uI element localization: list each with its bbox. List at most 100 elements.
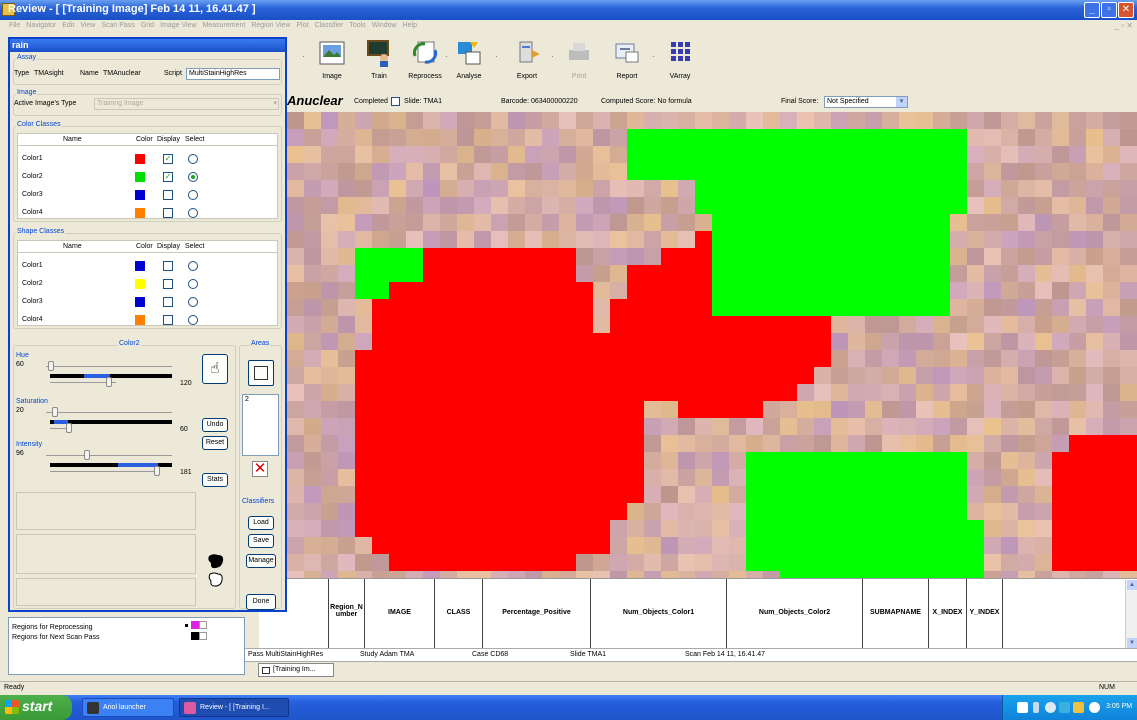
menu-edit[interactable]: Edit — [59, 20, 77, 29]
menu-region-view[interactable]: Region View — [248, 20, 293, 29]
table-row[interactable]: Color3 — [18, 188, 277, 204]
class-color-swatch[interactable] — [135, 154, 145, 164]
table-column-header[interactable]: SUBMAPNAME — [863, 579, 929, 649]
list-item[interactable]: Regions for Reprocessing — [12, 624, 93, 631]
table-row[interactable]: Color4 — [18, 313, 277, 329]
select-radio[interactable] — [188, 208, 198, 218]
area-select-button[interactable] — [248, 360, 274, 386]
toolbar-analyse-button[interactable]: Analyse — [442, 38, 496, 90]
shape-classes-table[interactable]: Name Color Display Select Color1 Color2 Co… — [17, 240, 278, 326]
class-color-swatch[interactable] — [135, 208, 145, 218]
completed-checkbox[interactable] — [391, 97, 400, 106]
toolbar-print-button[interactable]: Print — [552, 38, 606, 90]
table-scrollbar[interactable]: ▲ ▼ — [1125, 580, 1137, 648]
select-radio[interactable] — [188, 154, 198, 164]
saturation-high-slider[interactable] — [66, 423, 72, 433]
black-shape-icon[interactable] — [207, 553, 225, 571]
table-column-header[interactable]: Y_INDEX — [967, 579, 1003, 649]
close-button[interactable]: ✕ — [1118, 2, 1134, 18]
start-button[interactable]: start — [0, 695, 72, 720]
tray-icon[interactable] — [1033, 702, 1039, 713]
class-color-swatch[interactable] — [135, 261, 145, 271]
display-checkbox[interactable] — [163, 297, 173, 307]
table-column-header[interactable]: X_INDEX — [929, 579, 967, 649]
table-row[interactable]: Color2 ✓ — [18, 170, 277, 186]
undo-button[interactable]: Undo — [202, 418, 228, 432]
class-color-swatch[interactable] — [135, 315, 145, 325]
areas-list[interactable]: 2 — [242, 394, 279, 456]
minimize-button[interactable]: _ — [1084, 2, 1100, 18]
toolbar-dropdown[interactable]: · — [495, 52, 498, 61]
select-radio[interactable] — [188, 261, 198, 271]
toolbar-dropdown[interactable]: · — [302, 52, 305, 61]
save-button[interactable]: Save — [248, 534, 274, 548]
scroll-down-icon[interactable]: ▼ — [1127, 638, 1137, 648]
class-color-swatch[interactable] — [135, 172, 145, 182]
hue-high-slider[interactable] — [106, 377, 112, 387]
mdi-controls[interactable]: _ ▫ ✕ — [1115, 21, 1133, 30]
manage-button[interactable]: Manage — [246, 554, 276, 568]
list-item[interactable]: Regions for Next Scan Pass — [12, 634, 100, 641]
hue-low-slider[interactable] — [48, 361, 54, 371]
document-tab[interactable]: [Training Im... — [258, 663, 334, 677]
menu-file[interactable]: File — [6, 20, 23, 29]
network-icon[interactable] — [1045, 702, 1056, 713]
menu-classifier[interactable]: Classifier — [312, 20, 347, 29]
select-radio[interactable] — [188, 297, 198, 307]
table-row[interactable]: Color4 — [18, 206, 277, 222]
tray-icon[interactable] — [1017, 702, 1028, 713]
menu-grid[interactable]: Grid — [138, 20, 157, 29]
toolbar-export-button[interactable]: Export — [500, 38, 554, 90]
menu-image-view[interactable]: Image View — [157, 20, 199, 29]
table-row[interactable]: Color3 — [18, 295, 277, 311]
class-color-swatch[interactable] — [135, 297, 145, 307]
hand-tool-button[interactable]: ☝ — [202, 354, 228, 384]
display-checkbox[interactable] — [163, 208, 173, 218]
menu-measurement[interactable]: Measurement — [200, 20, 249, 29]
taskbar-button-review[interactable]: Review - [ [Training I... — [179, 698, 289, 717]
table-column-header[interactable]: Percentage_Positive — [483, 579, 591, 649]
toolbar-image-button[interactable]: Image — [305, 38, 359, 90]
maximize-button[interactable]: ▫ — [1101, 2, 1117, 18]
display-checkbox[interactable] — [163, 190, 173, 200]
region-list[interactable]: Regions for Reprocessing Regions for Nex… — [8, 617, 245, 675]
table-column-header[interactable]: Num_Objects_Color1 — [591, 579, 727, 649]
region-data-table[interactable]: Region_N umber IMAGE CLASS Percentage_Po… — [259, 578, 1137, 649]
stats-button[interactable]: Stats — [202, 473, 228, 487]
menu-scan-pass[interactable]: Scan Pass — [98, 20, 137, 29]
display-checkbox[interactable]: ✓ — [163, 172, 173, 182]
shield-icon[interactable] — [1089, 702, 1100, 713]
toolbar-report-button[interactable]: Report — [600, 38, 654, 90]
menu-tools[interactable]: Tools — [346, 20, 368, 29]
train-panel[interactable]: rain Assay Type TMAsight Name TMAnuclear… — [8, 37, 287, 612]
intensity-high-slider[interactable] — [154, 466, 160, 476]
tray-icon[interactable] — [1073, 702, 1084, 713]
display-checkbox[interactable] — [163, 261, 173, 271]
display-checkbox[interactable]: ✓ — [163, 154, 173, 164]
active-image-type-select[interactable]: Training Image ▾ — [94, 98, 279, 110]
white-shape-icon[interactable] — [207, 571, 225, 589]
color-classes-table[interactable]: Name Color Display Select Color1 ✓ Color2 ✓… — [17, 133, 278, 219]
table-column-header[interactable]: CLASS — [435, 579, 483, 649]
class-color-swatch[interactable] — [135, 279, 145, 289]
intensity-low-slider[interactable] — [84, 450, 90, 460]
menu-help[interactable]: Help — [400, 20, 420, 29]
table-row[interactable]: Color2 — [18, 277, 277, 293]
menu-window[interactable]: Window — [369, 20, 400, 29]
chevron-down-icon[interactable]: ▾ — [896, 97, 907, 107]
tray-icon[interactable] — [1059, 702, 1070, 713]
saturation-low-slider[interactable] — [52, 407, 58, 417]
delete-icon[interactable]: ✕ — [252, 461, 268, 477]
class-color-swatch[interactable] — [135, 190, 145, 200]
display-checkbox[interactable] — [163, 315, 173, 325]
table-column-header[interactable]: IMAGE — [365, 579, 435, 649]
table-column-header[interactable]: Num_Objects_Color2 — [727, 579, 863, 649]
menu-navigator[interactable]: Navigator — [23, 20, 59, 29]
table-row[interactable]: Color1 — [18, 259, 277, 275]
done-button[interactable]: Done — [246, 594, 276, 610]
taskbar-button-ariol[interactable]: Ariol launcher — [82, 698, 174, 717]
reset-button[interactable]: Reset — [202, 436, 228, 450]
scroll-up-icon[interactable]: ▲ — [1127, 580, 1137, 590]
menu-view[interactable]: View — [77, 20, 98, 29]
toolbar-varray-button[interactable]: VArray — [653, 38, 707, 90]
